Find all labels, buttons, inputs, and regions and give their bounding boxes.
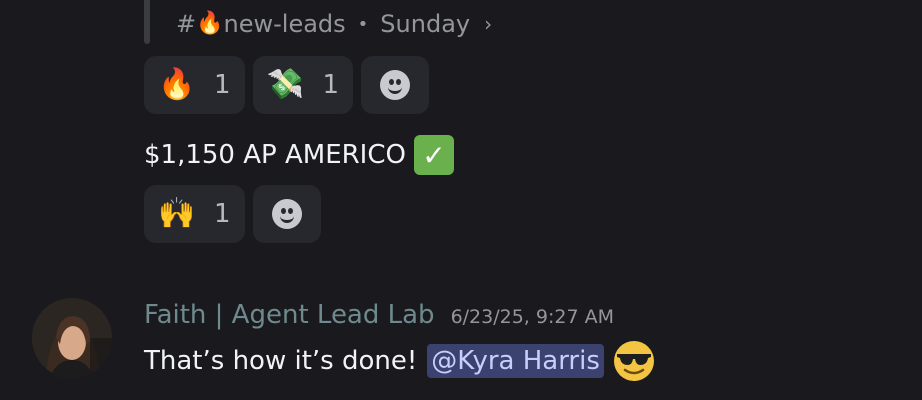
avatar-photo bbox=[32, 298, 112, 378]
reaction-count: 1 bbox=[322, 70, 340, 100]
add-reaction-button[interactable] bbox=[361, 56, 430, 114]
user-mention[interactable]: @Kyra Harris bbox=[427, 344, 604, 378]
forwarded-day: Sunday bbox=[380, 10, 471, 38]
channel-name[interactable]: new-leads bbox=[224, 10, 346, 38]
raising-hands-icon: 🙌 bbox=[158, 196, 196, 231]
sunglasses-face-icon bbox=[613, 341, 654, 381]
separator-dot: • bbox=[357, 13, 369, 35]
reaction-raising-hands[interactable]: 🙌 1 bbox=[144, 185, 245, 243]
reactions-row: 🔥 1 💸 1 bbox=[144, 56, 430, 114]
message-text: $1,150 AP AMERICO ✓ bbox=[144, 132, 454, 178]
channel-hash: # bbox=[176, 10, 197, 38]
reaction-count: 1 bbox=[214, 199, 231, 229]
reaction-count: 1 bbox=[214, 70, 231, 100]
fire-icon: 🔥 bbox=[158, 67, 196, 102]
money-with-wings-icon: 💸 bbox=[266, 67, 305, 102]
message-content: That’s how it’s done! bbox=[144, 346, 418, 376]
chat-view: # 🔥 new-leads • Sunday › 🔥 1 💸 1 $1,150 … bbox=[0, 0, 922, 400]
add-reaction-button[interactable] bbox=[252, 185, 321, 243]
reaction-money-with-wings[interactable]: 💸 1 bbox=[252, 56, 354, 114]
smiley-face-icon bbox=[380, 70, 411, 100]
message-header: Faith | Agent Lead Lab 6/23/25, 9:27 AM bbox=[144, 300, 614, 336]
chevron-right-icon[interactable]: › bbox=[484, 12, 492, 36]
reaction-fire[interactable]: 🔥 1 bbox=[144, 56, 245, 114]
message-text: That’s how it’s done! @Kyra Harris bbox=[144, 336, 656, 386]
avatar[interactable] bbox=[32, 298, 112, 378]
author-name[interactable]: Faith | Agent Lead Lab bbox=[144, 300, 435, 330]
message-content: $1,150 AP AMERICO bbox=[144, 140, 406, 170]
check-mark-icon: ✓ bbox=[413, 135, 454, 175]
smiley-face-icon bbox=[271, 199, 302, 229]
forwarded-source[interactable]: # 🔥 new-leads • Sunday › bbox=[176, 6, 492, 42]
fire-icon: 🔥 bbox=[196, 11, 224, 36]
message-timestamp[interactable]: 6/23/25, 9:27 AM bbox=[451, 306, 614, 328]
reactions-row: 🙌 1 bbox=[144, 185, 321, 243]
forward-quote-bar bbox=[144, 0, 150, 44]
